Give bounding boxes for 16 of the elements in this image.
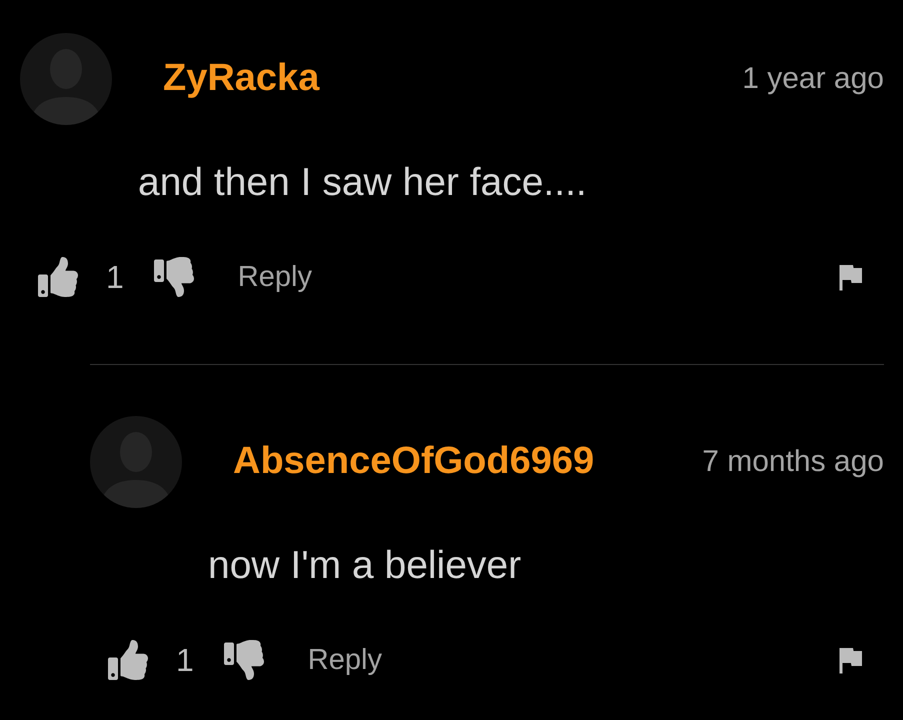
comment-timestamp: 7 months ago	[702, 444, 884, 480]
thumbs-down-icon[interactable]	[152, 257, 196, 297]
comment-text: and then I saw her face....	[138, 160, 588, 206]
username-link[interactable]: ZyRacka	[163, 55, 320, 103]
reply-link[interactable]: Reply	[308, 642, 382, 678]
avatar-icon	[90, 416, 182, 508]
comment-text: now I'm a believer	[208, 543, 522, 589]
comment-timestamp: 1 year ago	[742, 61, 884, 98]
like-count: 1	[176, 644, 194, 676]
thumbs-down-icon[interactable]	[222, 640, 266, 680]
thumbs-up-icon[interactable]	[36, 257, 80, 297]
username-link[interactable]: AbsenceOfGod6969	[233, 438, 594, 486]
avatar-icon	[20, 33, 112, 125]
like-count: 1	[106, 261, 124, 293]
thumbs-up-icon[interactable]	[106, 640, 150, 680]
reply-link[interactable]: Reply	[238, 258, 312, 296]
